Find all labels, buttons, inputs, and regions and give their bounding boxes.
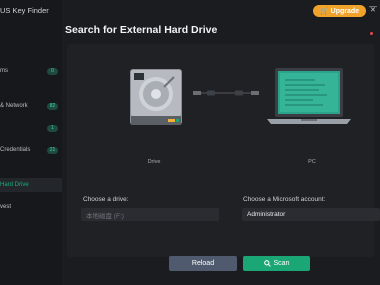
sidebar: US Key Finder ms 0 & Network 82 1 Creden… <box>0 0 62 285</box>
sidebar-item-network[interactable]: & Network 82 <box>0 99 62 113</box>
sidebar-item-credentials[interactable]: Credentials 21 <box>0 143 62 157</box>
reload-button[interactable]: Reload <box>169 256 237 271</box>
sidebar-item-label: & Network <box>0 103 28 109</box>
sidebar-item-label: ms <box>0 68 8 74</box>
sidebar-item-label: Hard Drive <box>0 182 29 188</box>
upgrade-button[interactable]: 🛒 Upgrade <box>313 5 366 17</box>
drive-select-value: 本地磁盘 (F:) <box>86 212 124 220</box>
app-title: US Key Finder <box>0 6 49 15</box>
cable-icon <box>193 90 259 96</box>
hard-drive-icon <box>130 69 182 125</box>
count-badge: 1 <box>47 124 58 132</box>
upgrade-label: Upgrade <box>330 7 360 15</box>
sidebar-item-label: vest <box>0 204 12 210</box>
drive-caption: Drive <box>147 159 161 165</box>
search-icon <box>263 260 271 267</box>
account-select[interactable]: Administrator <box>242 208 380 221</box>
app-window: US Key Finder ms 0 & Network 82 1 Creden… <box>0 0 380 285</box>
account-select-value: Administrator <box>247 211 286 218</box>
pc-caption: PC <box>308 159 316 165</box>
cart-icon: 🛒 <box>319 8 329 15</box>
page-title: Search for External Hard Drive <box>65 24 218 36</box>
count-badge: 21 <box>47 146 58 154</box>
sidebar-item-label: Credentials <box>0 147 31 153</box>
sidebar-item-programs[interactable]: ms 0 <box>0 64 62 78</box>
laptop-icon <box>267 68 351 124</box>
sidebar-item-unlabeled[interactable]: 1 <box>0 121 62 135</box>
scan-label: Scan <box>273 260 290 267</box>
drive-select[interactable]: 本地磁盘 (F:) <box>81 208 219 221</box>
main-content: Search for External Hard Drive Drive PC … <box>62 18 380 285</box>
reload-label: Reload <box>191 260 215 267</box>
count-badge: 0 <box>47 67 58 75</box>
account-field-label: Choose a Microsoft account: <box>243 196 326 203</box>
close-icon[interactable]: ✕ <box>370 6 376 14</box>
drive-field-label: Choose a drive: <box>83 196 129 203</box>
sidebar-item-hard-drive[interactable]: Hard Drive <box>0 178 62 192</box>
scan-button[interactable]: Scan <box>243 256 310 271</box>
count-badge: 82 <box>47 102 58 110</box>
sidebar-item-harvest[interactable]: vest <box>0 200 62 214</box>
